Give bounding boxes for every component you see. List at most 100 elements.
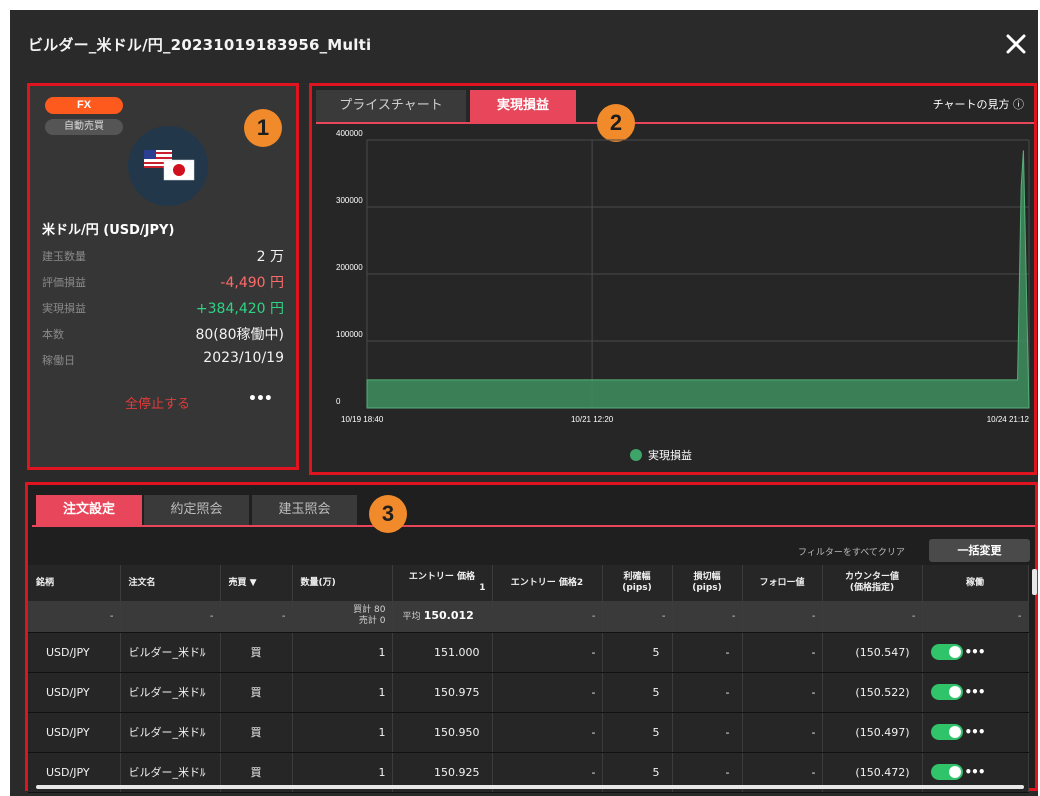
cell-active: ••• xyxy=(922,712,1029,753)
tab-underline xyxy=(316,122,1034,124)
active-toggle[interactable] xyxy=(930,724,963,740)
col-header-take-profit[interactable]: 利確幅 (pips) xyxy=(602,565,673,601)
row-more-icon[interactable]: ••• xyxy=(965,645,986,659)
summary-cell: - xyxy=(822,601,923,633)
cell-counter: (150.522) xyxy=(822,672,923,713)
y-tick-label: 100000 xyxy=(336,330,363,339)
col-header-active[interactable]: 稼働 xyxy=(922,565,1029,601)
active-toggle[interactable] xyxy=(930,684,963,700)
table-header-row: 銘柄 注文名 売買 ▼ 数量(万) エントリー 価格 1 エントリー 価格2 利確… xyxy=(28,565,1029,601)
summary-cell: - xyxy=(602,601,673,633)
cell-qty: 1 xyxy=(292,672,393,713)
buy-total: 買計 80 xyxy=(353,605,386,616)
stat-value: +384,420 円 xyxy=(195,301,284,317)
cell-entry-price: 150.975 xyxy=(392,672,493,713)
cell-follow: - xyxy=(742,632,823,673)
vertical-scrollbar[interactable] xyxy=(1032,569,1037,595)
cell-entry-price: 150.950 xyxy=(392,712,493,753)
marker-1: 1 xyxy=(244,109,282,147)
legend-swatch xyxy=(630,449,642,461)
orders-table: 銘柄 注文名 売買 ▼ 数量(万) エントリー 価格 1 エントリー 価格2 利確… xyxy=(28,565,1029,793)
active-toggle[interactable] xyxy=(930,764,963,780)
tab-realized-pl[interactable]: 実現損益 xyxy=(470,90,576,122)
table-row[interactable]: USD/JPY ビルダー_米ドﾙ 買 1 150.975 - 5 - - (15… xyxy=(28,672,1029,713)
cell-order-name: ビルダー_米ドﾙ xyxy=(120,672,221,713)
builder-window: ビルダー_米ドル/円_20231019183956_Multi FX 自動売買 xyxy=(10,10,1038,796)
tab-underline xyxy=(32,525,1035,527)
summary-cell: - xyxy=(28,601,121,633)
cell-take-profit: 5 xyxy=(602,632,673,673)
cell-order-name: ビルダー_米ドﾙ xyxy=(120,632,221,673)
series-area-realized-pl xyxy=(366,150,1030,409)
summary-cell: - xyxy=(492,601,603,633)
col-header-pair[interactable]: 銘柄 xyxy=(28,565,121,601)
stat-order-count: 本数 80(80稼働中) xyxy=(42,322,284,346)
window-title: ビルダー_米ドル/円_20231019183956_Multi xyxy=(28,36,372,54)
stat-value: 2 万 xyxy=(256,249,284,265)
y-tick-label: 400000 xyxy=(336,129,363,138)
cell-side: 買 xyxy=(220,632,293,673)
col-header-entry-price2[interactable]: エントリー 価格2 xyxy=(492,565,603,601)
y-tick-label: 300000 xyxy=(336,196,363,205)
close-icon[interactable] xyxy=(1004,32,1028,56)
horizontal-scrollbar[interactable] xyxy=(36,785,1024,789)
row-more-icon[interactable]: ••• xyxy=(965,685,986,699)
marker-3: 3 xyxy=(369,495,407,533)
row-more-icon[interactable]: ••• xyxy=(965,765,986,779)
summary-cell: - xyxy=(220,601,293,633)
col-header-order-name[interactable]: 注文名 xyxy=(120,565,221,601)
cell-follow: - xyxy=(742,712,823,753)
us-jp-flag-icon xyxy=(128,126,208,206)
cell-active: ••• xyxy=(922,672,1029,713)
tab-positions[interactable]: 建玉照会 xyxy=(252,495,357,525)
col-header-follow[interactable]: フォロー値 xyxy=(742,565,823,601)
avg-label: 平均 xyxy=(402,612,421,623)
sell-total: 売計 0 xyxy=(358,616,386,627)
summary-cell: - xyxy=(922,601,1029,633)
col-header-qty[interactable]: 数量(万) xyxy=(292,565,393,601)
chart-help-link[interactable]: チャートの見方 ⓘ xyxy=(933,96,1024,112)
cell-counter: (150.547) xyxy=(822,632,923,673)
col-header-counter[interactable]: カウンター値 (価格指定) xyxy=(822,565,923,601)
cell-take-profit: 5 xyxy=(602,712,673,753)
chart-legend: 実現損益 xyxy=(630,447,692,463)
stat-unrealized-pl: 評価損益 -4,490 円 xyxy=(42,270,284,294)
x-tick-label: 10/19 18:40 xyxy=(341,415,384,424)
col-header-stop-loss[interactable]: 損切幅 (pips) xyxy=(672,565,743,601)
stat-value: -4,490 円 xyxy=(220,275,284,291)
cell-qty: 1 xyxy=(292,632,393,673)
cell-pair: USD/JPY xyxy=(28,672,121,713)
active-toggle[interactable] xyxy=(930,644,963,660)
cell-stop-loss: - xyxy=(672,672,743,713)
currency-pair-title: 米ドル/円 (USD/JPY) xyxy=(42,223,175,238)
clear-filters-link[interactable]: フィルターをすべてクリア xyxy=(798,545,905,558)
tab-order-settings[interactable]: 注文設定 xyxy=(36,495,142,525)
cell-pair: USD/JPY xyxy=(28,712,121,753)
window-titlebar: ビルダー_米ドル/円_20231019183956_Multi xyxy=(10,10,1038,78)
cell-entry-price2: - xyxy=(492,672,603,713)
stop-all-button[interactable]: 全停止する xyxy=(125,393,190,412)
tab-price-chart[interactable]: プライスチャート xyxy=(316,90,466,122)
avg-value: 150.012 xyxy=(423,609,474,623)
strategy-summary-panel: FX 自動売買 1 米ドル/円 (USD/JPY) 建玉数量 2 万 評価損益 … xyxy=(27,83,299,470)
bulk-change-button[interactable]: 一括変更 xyxy=(929,539,1030,562)
cell-order-name: ビルダー_米ドﾙ xyxy=(120,712,221,753)
x-tick-label: 10/24 21:12 xyxy=(987,415,1030,424)
tab-executions[interactable]: 約定照会 xyxy=(144,495,249,525)
col-header-side[interactable]: 売買 ▼ xyxy=(220,565,293,601)
col-header-entry-price[interactable]: エントリー 価格 1 xyxy=(392,565,493,601)
cell-stop-loss: - xyxy=(672,712,743,753)
table-row[interactable]: USD/JPY ビルダー_米ドﾙ 買 1 150.950 - 5 - - (15… xyxy=(28,712,1029,753)
x-tick-label: 10/21 12:20 xyxy=(571,415,614,424)
more-options-icon[interactable]: ••• xyxy=(248,391,273,407)
stat-label: 本数 xyxy=(42,328,64,341)
cell-entry-price2: - xyxy=(492,632,603,673)
cell-stop-loss: - xyxy=(672,632,743,673)
stat-label: 建玉数量 xyxy=(42,250,86,263)
table-row[interactable]: USD/JPY ビルダー_米ドﾙ 買 1 151.000 - 5 - - (15… xyxy=(28,632,1029,673)
summary-qty-cell: 買計 80 売計 0 xyxy=(292,601,393,633)
row-more-icon[interactable]: ••• xyxy=(965,725,986,739)
cell-take-profit: 5 xyxy=(602,672,673,713)
cell-side: 買 xyxy=(220,672,293,713)
cell-pair: USD/JPY xyxy=(28,632,121,673)
